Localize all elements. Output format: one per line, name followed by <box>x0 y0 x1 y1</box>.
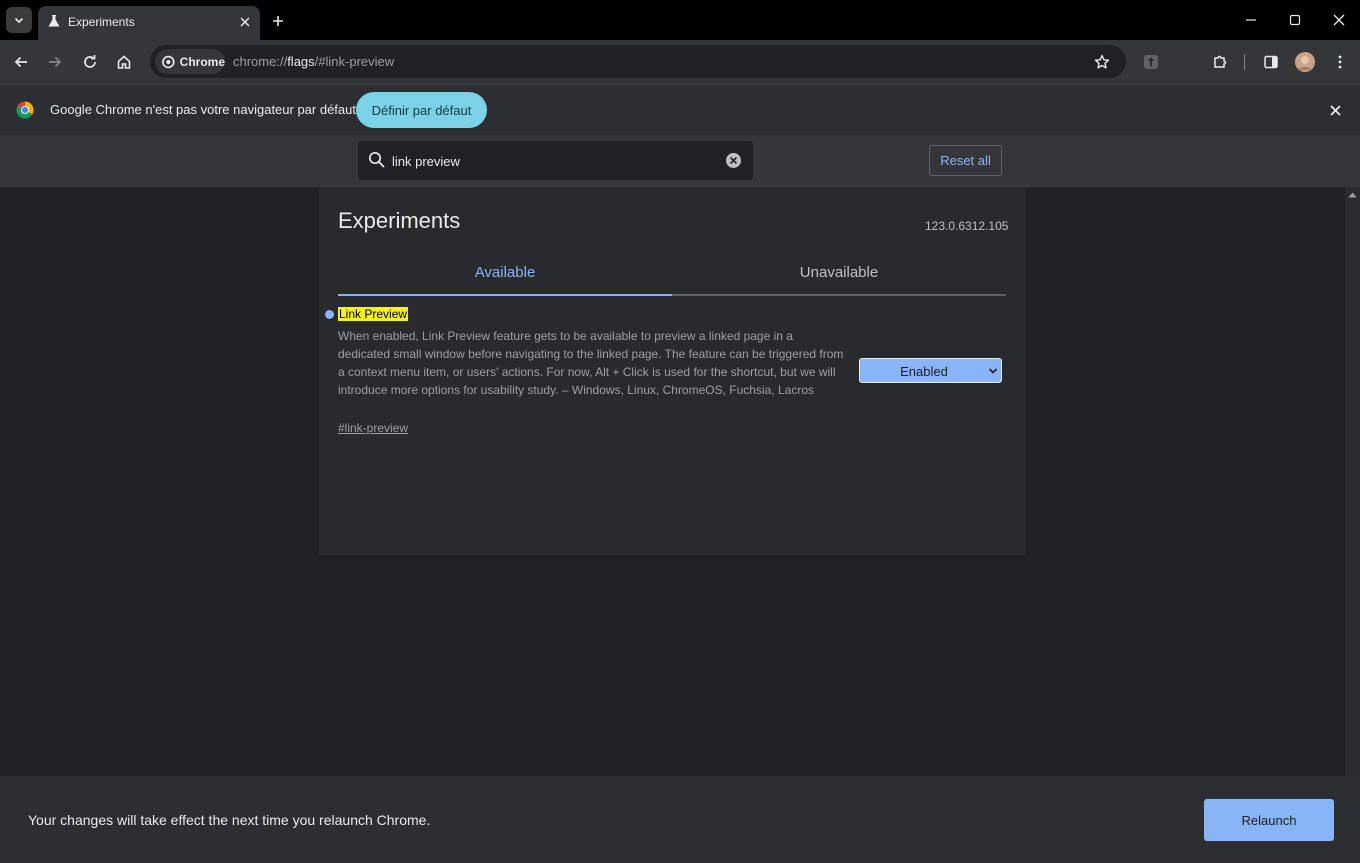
arrow-right-icon <box>49 56 62 68</box>
maximize-button[interactable] <box>1280 8 1310 32</box>
version-label: 123.0.6312.105 <box>925 219 1009 233</box>
reload-icon <box>84 55 96 68</box>
flag-description: When enabled, Link Preview feature gets … <box>338 329 844 397</box>
avatar <box>1295 52 1315 72</box>
search-input[interactable] <box>392 151 712 171</box>
chevron-down-icon <box>14 17 24 24</box>
chevron-down-icon <box>988 368 998 374</box>
forward-button[interactable] <box>41 48 69 76</box>
maximize-icon <box>1289 14 1301 26</box>
back-button[interactable] <box>7 48 35 76</box>
side-panel-icon <box>1264 55 1278 69</box>
flag-name: Link Preview <box>338 307 409 321</box>
flags-header: Reset all <box>0 135 1360 188</box>
experiments-panel: Experiments 123.0.6312.105 Available Una… <box>319 188 1026 555</box>
minimize-button[interactable] <box>1236 8 1266 32</box>
more-vert-icon <box>1338 55 1342 69</box>
extension-button[interactable] <box>1137 48 1165 76</box>
page-title: Experiments <box>338 208 461 233</box>
flag-permalink[interactable]: #link-preview <box>338 421 408 435</box>
search-icon <box>368 151 385 168</box>
flags-tabs: Available Unavailable <box>338 254 1006 296</box>
infobar-close-button[interactable] <box>1326 101 1344 119</box>
home-button[interactable] <box>110 48 138 76</box>
flag-state-select[interactable]: Enabled <box>859 358 1002 383</box>
flag-state-value: Enabled <box>900 364 948 379</box>
extension-badge-icon <box>1144 55 1158 69</box>
reload-button[interactable] <box>76 48 104 76</box>
extensions-menu-button[interactable] <box>1206 48 1234 76</box>
modified-indicator <box>325 310 334 319</box>
search-box <box>358 141 753 180</box>
infobar-message: Google Chrome n'est pas votre navigateur… <box>50 102 356 117</box>
site-info-chip[interactable]: Chrome <box>155 49 225 74</box>
reset-all-button[interactable]: Reset all <box>929 145 1002 176</box>
flask-icon <box>48 15 60 27</box>
url-text: chrome://flags/#link-preview <box>233 54 394 69</box>
toolbar-divider <box>1244 54 1245 70</box>
arrow-left-icon <box>14 56 27 68</box>
star-icon <box>1094 54 1110 69</box>
address-bar[interactable]: Chrome chrome://flags/#link-preview <box>150 45 1126 78</box>
url-host: flags <box>287 54 315 69</box>
close-window-button[interactable] <box>1324 8 1354 32</box>
active-tab-indicator <box>338 294 672 296</box>
bookmark-button[interactable] <box>1090 50 1114 74</box>
url-suffix: /#link-preview <box>314 54 395 69</box>
minimize-icon <box>1246 19 1256 21</box>
default-browser-infobar: Google Chrome n'est pas votre navigateur… <box>0 84 1360 135</box>
tab-close-button[interactable] <box>236 13 254 31</box>
close-icon <box>1329 104 1341 116</box>
scrollbar[interactable] <box>1345 188 1360 776</box>
side-panel-button[interactable] <box>1257 48 1285 76</box>
tab-search-button[interactable] <box>6 7 32 33</box>
tab-unavailable[interactable]: Unavailable <box>672 264 1006 281</box>
profile-button[interactable] <box>1291 48 1319 76</box>
relaunch-button[interactable]: Relaunch <box>1204 799 1334 841</box>
chrome-logo-icon <box>162 55 175 68</box>
relaunch-message: Your changes will take effect the next t… <box>28 812 431 828</box>
close-icon <box>240 17 250 27</box>
tab-strip: Experiments <box>0 0 1360 40</box>
tab-available[interactable]: Available <box>338 264 672 281</box>
scroll-up-arrow-icon[interactable] <box>1348 192 1357 198</box>
close-icon <box>1333 14 1345 26</box>
chrome-menu-button[interactable] <box>1326 48 1354 76</box>
home-icon <box>117 55 131 69</box>
chrome-logo-icon <box>16 101 34 119</box>
relaunch-bar: Your changes will take effect the next t… <box>0 776 1360 863</box>
clear-search-icon[interactable] <box>725 152 742 169</box>
new-tab-button[interactable] <box>266 10 290 32</box>
plus-icon <box>273 16 283 26</box>
puzzle-icon <box>1214 55 1227 68</box>
site-chip-label: Chrome <box>179 54 225 69</box>
set-default-button[interactable]: Définir par défaut <box>356 92 487 128</box>
tab-experiments[interactable]: Experiments <box>38 6 260 40</box>
toolbar: Chrome chrome://flags/#link-preview <box>0 40 1360 84</box>
tab-title: Experiments <box>68 15 135 29</box>
url-prefix: chrome:// <box>233 54 288 69</box>
